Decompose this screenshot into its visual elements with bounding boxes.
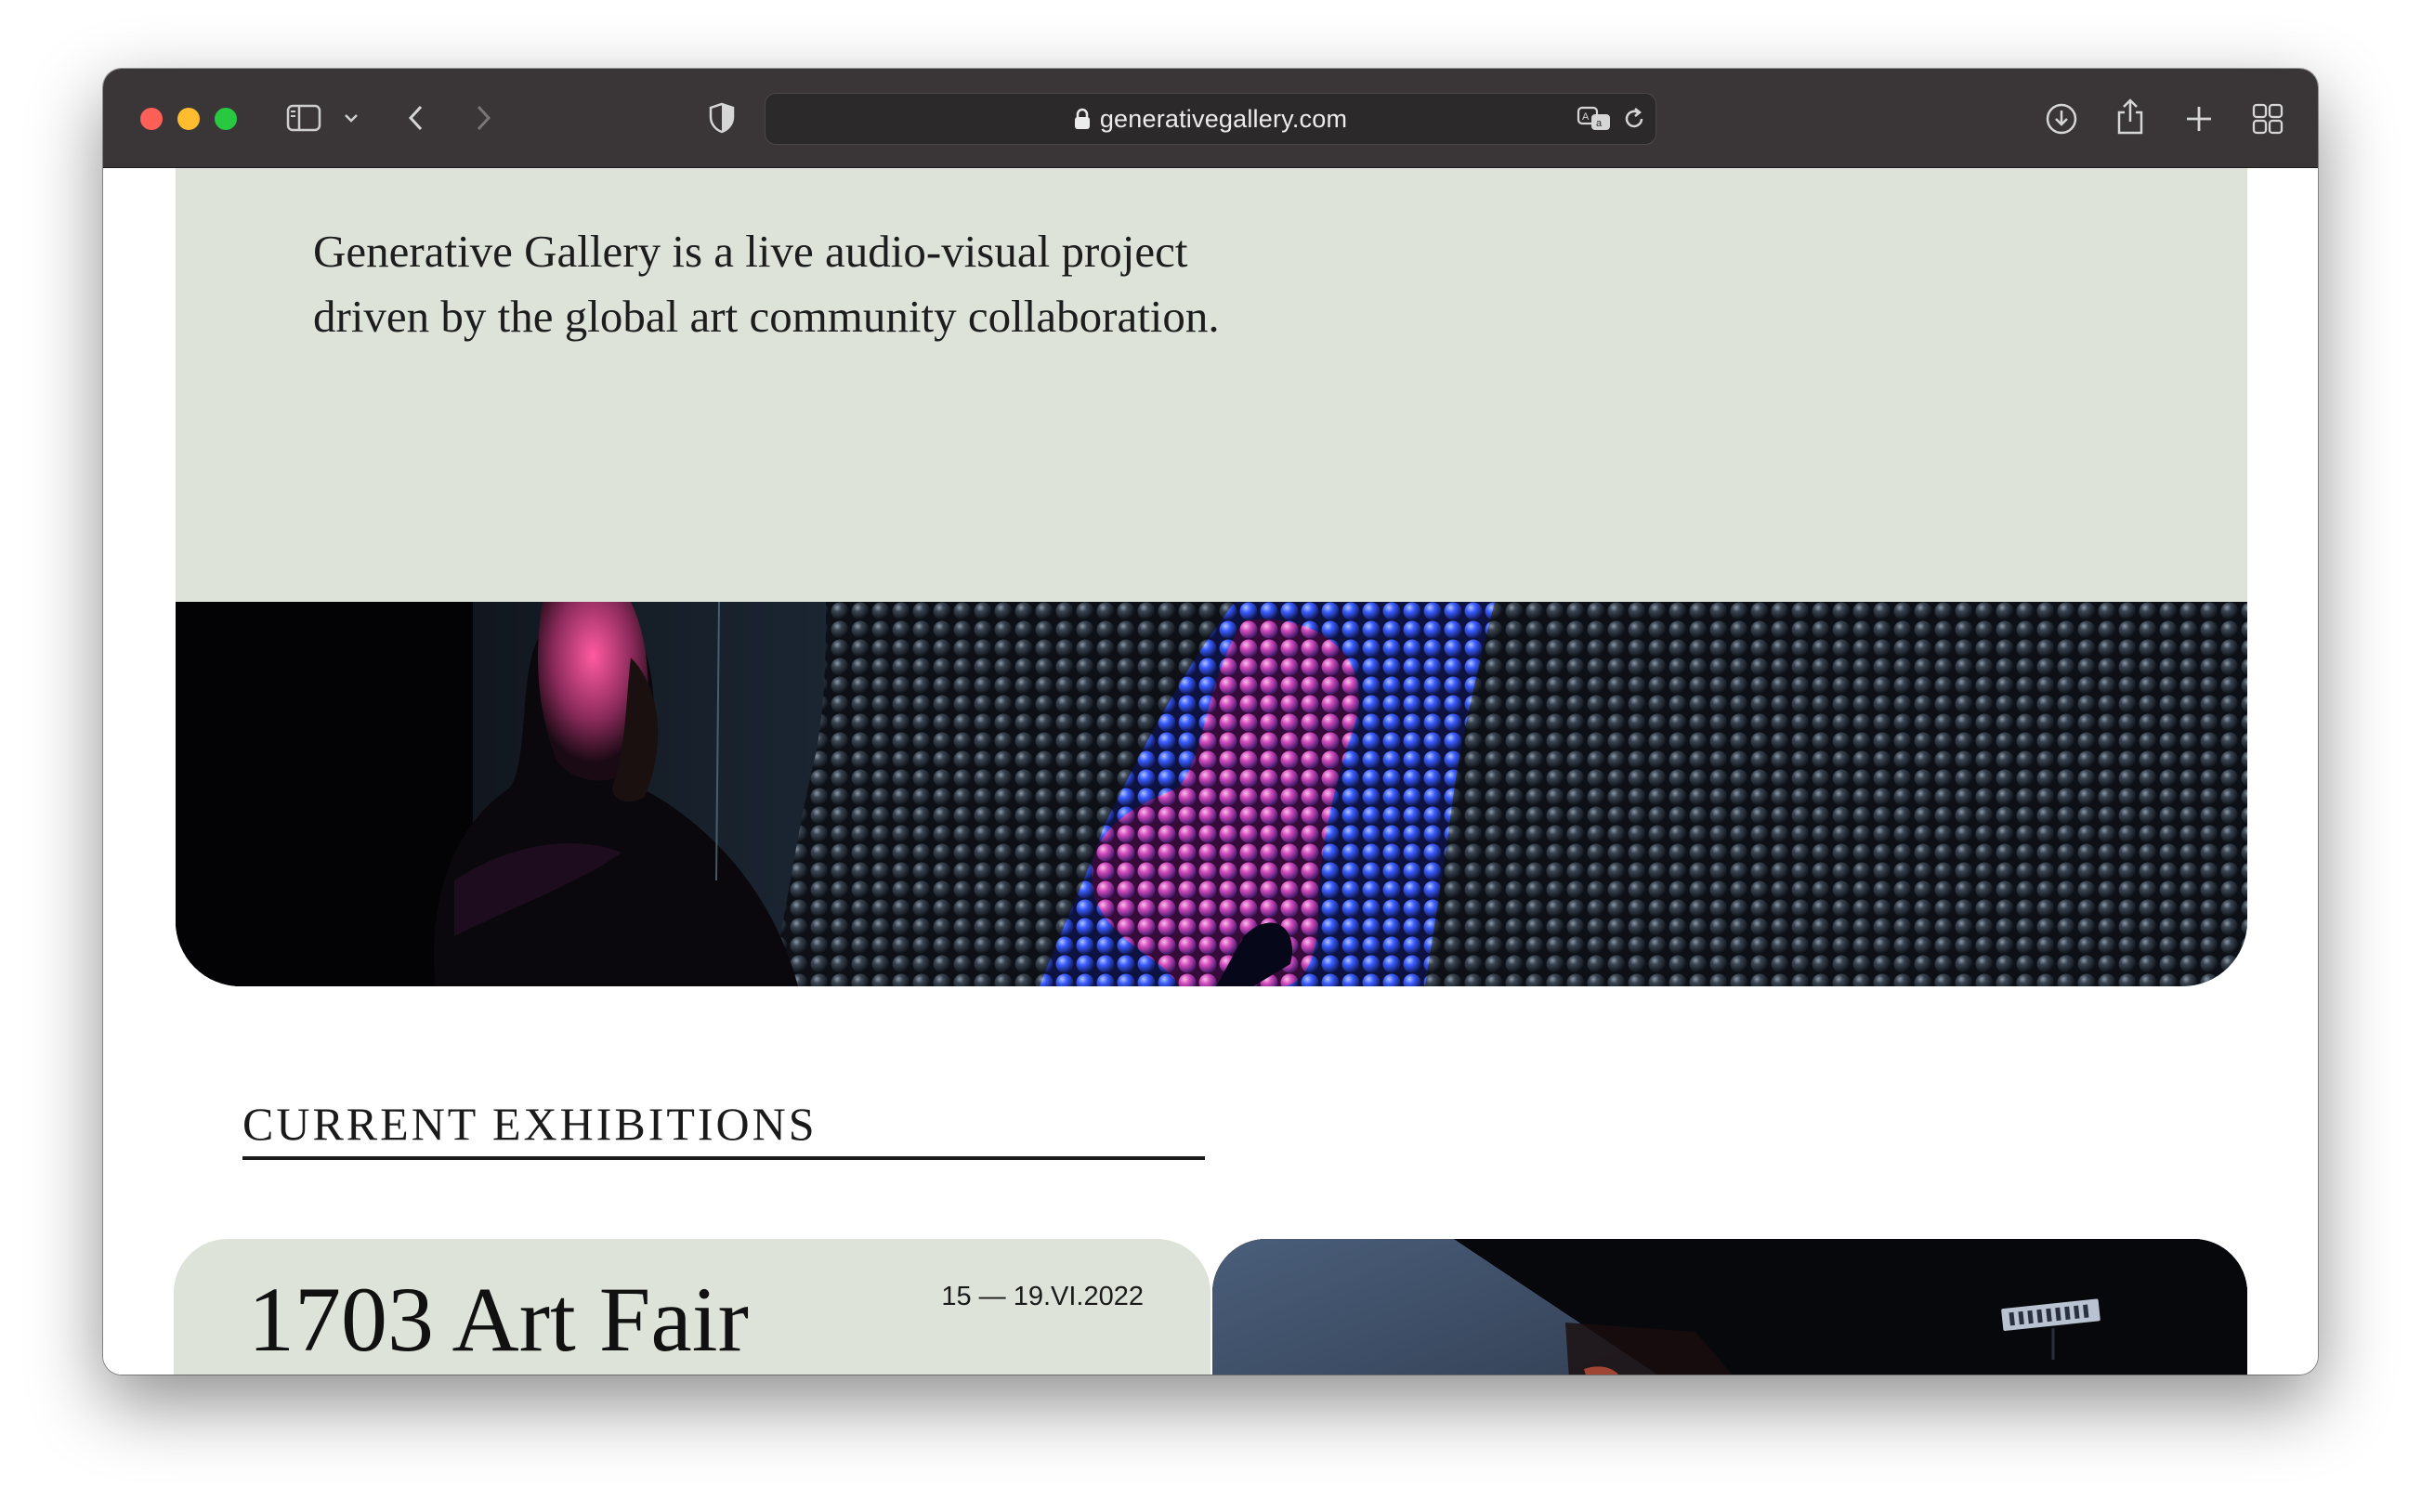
url-label: generativegallery.com bbox=[1099, 105, 1348, 133]
browser-toolbar: generativegallery.com Aa bbox=[103, 69, 2318, 168]
reload-icon[interactable] bbox=[1620, 105, 1648, 133]
translate-icon[interactable]: Aa bbox=[1576, 103, 1613, 135]
url-text: generativegallery.com bbox=[766, 105, 1655, 137]
address-bar[interactable]: generativegallery.com Aa bbox=[765, 93, 1656, 145]
hero-section: Generative Gallery is a live audio-visua… bbox=[176, 168, 2247, 602]
minimize-window-button[interactable] bbox=[177, 108, 200, 130]
lock-icon bbox=[1074, 108, 1091, 137]
zoom-window-button[interactable] bbox=[215, 108, 237, 130]
exhibition-dates: 15 — 19.VI.2022 bbox=[941, 1282, 1144, 1311]
download-icon[interactable] bbox=[2043, 100, 2080, 137]
shield-icon[interactable] bbox=[705, 100, 739, 136]
back-icon[interactable] bbox=[400, 102, 432, 134]
svg-text:A: A bbox=[1582, 111, 1590, 123]
share-icon[interactable] bbox=[2112, 97, 2149, 137]
sidebar-icon[interactable] bbox=[285, 102, 322, 134]
tab-overview-icon[interactable] bbox=[2249, 100, 2286, 137]
exhibition-card-image[interactable] bbox=[1212, 1239, 2247, 1375]
page-content[interactable]: Generative Gallery is a live audio-visua… bbox=[103, 168, 2318, 1375]
hero-tagline: Generative Gallery is a live audio-visua… bbox=[313, 226, 1220, 342]
forward-icon[interactable] bbox=[467, 102, 499, 134]
close-window-button[interactable] bbox=[140, 108, 163, 130]
exhibition-card[interactable]: 1703 Art Fair 15 — 19.VI.2022 bbox=[174, 1239, 1210, 1375]
exhibition-title[interactable]: 1703 Art Fair bbox=[248, 1269, 749, 1371]
svg-text:a: a bbox=[1596, 118, 1603, 129]
browser-window: generativegallery.com Aa Generative Gall… bbox=[103, 69, 2318, 1375]
current-exhibitions-heading: CURRENT EXHIBITIONS bbox=[242, 1097, 1205, 1160]
new-tab-icon[interactable] bbox=[2180, 100, 2218, 137]
chevron-down-icon[interactable] bbox=[341, 108, 361, 128]
hero-artwork-image bbox=[176, 602, 2247, 986]
